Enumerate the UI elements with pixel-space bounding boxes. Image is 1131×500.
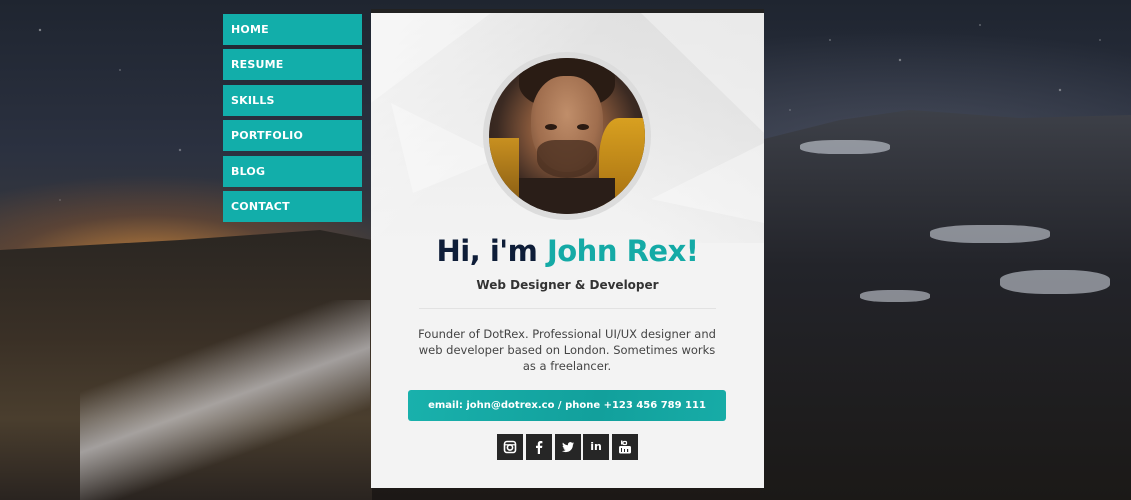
avatar-jacket: [489, 138, 519, 214]
snow-patch: [800, 140, 890, 154]
nav-item-home[interactable]: HOME: [223, 14, 362, 45]
twitter-button[interactable]: [555, 434, 581, 460]
contact-button[interactable]: email: john@dotrex.co / phone +123 456 7…: [408, 390, 726, 421]
nav-item-skills[interactable]: SKILLS: [223, 84, 362, 116]
linkedin-button[interactable]: in: [583, 434, 609, 460]
twitter-icon: [555, 440, 581, 454]
social-links: in: [497, 434, 638, 460]
nav-item-contact[interactable]: CONTACT: [223, 190, 362, 222]
main-nav: HOME RESUME SKILLS PORTFOLIO BLOG CONTAC…: [223, 14, 362, 226]
linkedin-icon: in: [590, 440, 602, 453]
mountain-right: [760, 110, 1131, 500]
nav-item-blog[interactable]: BLOG: [223, 155, 362, 187]
poly-shape: [371, 13, 491, 103]
youtube-button[interactable]: [612, 434, 638, 460]
profile-card: Hi, i'm John Rex! Web Designer & Develop…: [371, 9, 764, 488]
snow-patch: [860, 290, 930, 302]
name-text: John Rex!: [546, 234, 699, 268]
avatar-shirt: [519, 178, 615, 214]
snow-patch: [930, 225, 1050, 243]
avatar-eye: [545, 124, 557, 130]
avatar-eye: [577, 124, 589, 130]
page-title: Hi, i'm John Rex!: [371, 234, 764, 268]
greeting-text: Hi, i'm: [436, 234, 547, 268]
snow-patch: [1000, 270, 1110, 294]
bio-text: Founder of DotRex. Professional UI/UX de…: [418, 327, 716, 373]
snowy-path: [80, 300, 370, 500]
facebook-button[interactable]: [526, 434, 552, 460]
avatar-ring: [483, 52, 651, 220]
instagram-button[interactable]: [497, 434, 523, 460]
poly-shape: [641, 13, 764, 133]
youtube-icon: [612, 440, 638, 454]
avatar-beard: [537, 140, 597, 178]
nav-item-portfolio[interactable]: PORTFOLIO: [223, 120, 362, 152]
poly-shape: [651, 143, 764, 223]
job-title: Web Designer & Developer: [476, 278, 659, 292]
nav-item-resume[interactable]: RESUME: [223, 49, 362, 81]
divider: [419, 308, 716, 309]
instagram-icon: [497, 440, 523, 454]
facebook-icon: [526, 440, 552, 454]
avatar: [489, 58, 645, 214]
